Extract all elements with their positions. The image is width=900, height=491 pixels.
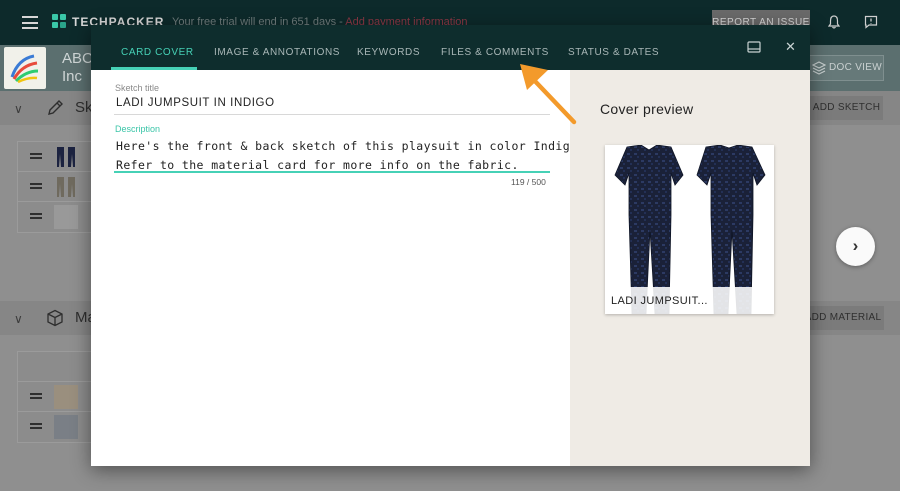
sketch-thumbnail [57,177,75,197]
material-list [17,351,97,443]
card-cover-form: Sketch title LADI JUMPSUIT IN INDIGO Des… [91,70,577,466]
drag-handle-icon[interactable] [30,213,42,219]
description-underline [114,171,550,173]
doc-view-label: DOC VIEW [829,62,882,73]
cover-preview-title: Cover preview [600,101,694,117]
drag-handle-icon[interactable] [30,153,42,159]
sketch-thumbnail [57,147,75,167]
menu-icon[interactable] [22,16,38,29]
annotation-arrow-icon [520,64,577,125]
list-item[interactable] [18,172,96,202]
cube-icon [47,309,63,327]
company-logo [4,47,46,89]
list-header [18,352,96,382]
cover-caption: LADI JUMPSUIT... [605,287,774,314]
drag-handle-icon[interactable] [30,423,42,429]
tab-image-annotations[interactable]: IMAGE & ANNOTATIONS [214,25,340,70]
list-item[interactable] [18,202,96,232]
feedback-icon[interactable] [864,15,878,29]
sketch-title-input[interactable]: LADI JUMPSUIT IN INDIGO [116,97,275,109]
list-item[interactable] [18,382,96,412]
bell-icon[interactable] [828,15,840,29]
sketch-title-label: Sketch title [115,83,160,93]
description-label: Description [115,124,161,134]
layers-icon [812,61,826,75]
drag-handle-icon[interactable] [30,393,42,399]
collapse-chevron-icon[interactable]: ∨ [14,312,23,326]
sketch-edit-modal: CARD COVER IMAGE & ANNOTATIONS KEYWORDS … [91,25,810,466]
add-sketch-button[interactable]: ADD SKETCH [810,96,883,120]
close-icon[interactable]: ✕ [785,39,796,55]
character-counter: 119 / 500 [511,177,546,187]
material-thumbnail [54,385,78,409]
tab-card-cover[interactable]: CARD COVER [121,25,194,70]
drag-handle-icon[interactable] [30,183,42,189]
modal-tab-bar: CARD COVER IMAGE & ANNOTATIONS KEYWORDS … [91,25,810,70]
doc-view-button[interactable]: DOC VIEW [806,55,884,81]
empty-thumbnail [54,205,78,229]
cover-card: LADI JUMPSUIT... [605,145,774,314]
chevron-right-icon[interactable]: › [836,227,875,266]
company-name: ABC Inc [62,50,93,86]
list-item[interactable] [18,412,96,442]
company-name-line2: Inc [62,68,83,85]
material-thumbnail [54,415,78,439]
tab-keywords[interactable]: KEYWORDS [357,25,420,70]
add-material-button[interactable]: ADD MATERIAL [802,306,884,330]
layout-icon[interactable] [747,41,761,53]
list-item[interactable] [18,142,96,172]
cover-preview-panel: Cover preview LADI JUMPSUIT... [570,70,810,466]
description-line-1[interactable]: Here's the front & back sketch of this p… [116,139,577,153]
sketch-list [17,141,97,233]
sketch-title-underline [114,114,550,115]
techpacker-logo [52,14,66,28]
collapse-chevron-icon[interactable]: ∨ [14,102,23,116]
sketch-section-title: Sk [75,99,93,116]
company-name-line1: ABC [62,50,93,67]
pencil-icon [48,100,63,115]
description-line-2[interactable]: Refer to the material card for more info… [116,158,519,172]
